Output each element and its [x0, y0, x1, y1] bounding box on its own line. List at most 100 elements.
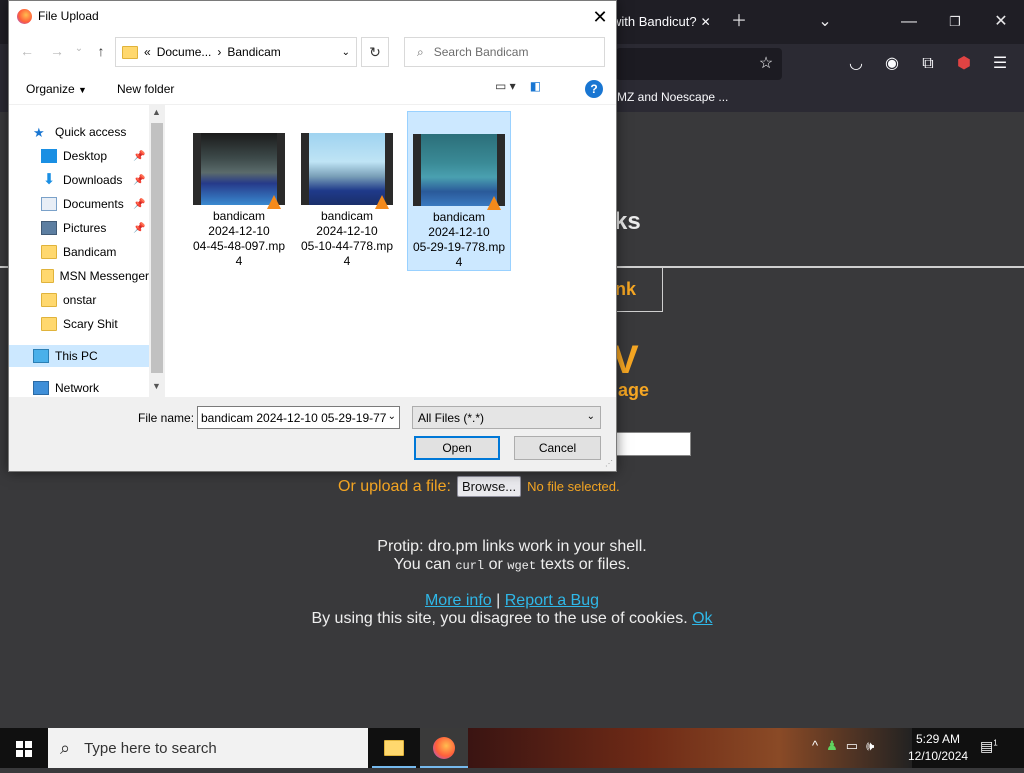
- recent-chevron-icon[interactable]: ⌄: [69, 43, 89, 63]
- cookie-ok-link[interactable]: Ok: [692, 610, 712, 627]
- nav-item-desktop[interactable]: Desktop 📌: [9, 145, 149, 167]
- help-icon[interactable]: ?: [585, 80, 603, 98]
- nav-item-pictures[interactable]: Pictures 📌: [9, 217, 149, 239]
- ublock-icon[interactable]: ⬢: [950, 50, 978, 78]
- forward-arrow-icon[interactable]: →: [47, 43, 67, 63]
- file-item-selected[interactable]: bandicam 2024-12-10 05-29-19-778.mp 4: [407, 111, 511, 271]
- browser-tab[interactable]: with Bandicut? ✕: [612, 6, 716, 38]
- scroll-down-icon[interactable]: ▼: [152, 381, 161, 391]
- pictures-icon: [41, 221, 57, 235]
- organize-label: Organize: [26, 82, 75, 96]
- nav-item-network[interactable]: Network: [9, 377, 149, 399]
- browse-button[interactable]: Browse...: [456, 476, 522, 497]
- scroll-up-icon[interactable]: ▲: [152, 107, 161, 117]
- file-item[interactable]: bandicam 2024-12-10 04-45-48-097.mp 4: [187, 111, 291, 271]
- nav-item-onstar[interactable]: onstar: [9, 289, 149, 311]
- nav-item-bandicam[interactable]: Bandicam: [9, 241, 149, 263]
- more-info-link[interactable]: More info: [425, 592, 492, 609]
- protip-text: You can: [393, 556, 451, 573]
- video-thumbnail: [301, 133, 393, 209]
- nav-item-downloads[interactable]: ⬇ Downloads 📌: [9, 169, 149, 191]
- pocket-icon[interactable]: ◡: [842, 50, 870, 78]
- nav-item-this-pc[interactable]: This PC: [9, 345, 149, 367]
- cancel-button[interactable]: Cancel: [514, 436, 601, 460]
- maximize-icon[interactable]: ❐: [932, 0, 978, 44]
- protip-text: or: [488, 556, 503, 573]
- notification-icon[interactable]: ▤1: [980, 738, 998, 755]
- clock-date: 12/10/2024: [908, 749, 969, 763]
- view-options-icon[interactable]: ▭ ▾: [495, 79, 516, 93]
- breadcrumb-item[interactable]: Bandicam: [227, 45, 280, 59]
- taskbar-file-explorer[interactable]: [372, 728, 416, 768]
- user-tray-icon[interactable]: ♟: [826, 738, 838, 754]
- url-bar[interactable]: ☆: [616, 48, 782, 80]
- up-arrow-icon[interactable]: ↑: [91, 43, 111, 63]
- start-button[interactable]: [0, 728, 48, 768]
- menu-icon[interactable]: ☰: [986, 50, 1014, 78]
- minimize-icon[interactable]: —: [886, 0, 932, 44]
- vlc-icon: [267, 195, 281, 209]
- new-folder-button[interactable]: New folder: [117, 82, 174, 96]
- pin-icon: 📌: [133, 222, 146, 234]
- bookmark-star-icon[interactable]: ☆: [752, 50, 780, 78]
- organize-button[interactable]: Organize ▼: [26, 82, 87, 96]
- network-tray-icon[interactable]: ▭: [846, 738, 858, 754]
- nav-label: Documents: [63, 197, 124, 211]
- dialog-close-icon[interactable]: ✕: [585, 3, 615, 31]
- pin-icon: 📌: [133, 150, 146, 162]
- windows-icon: [16, 741, 32, 757]
- video-thumbnail: [193, 133, 285, 209]
- file-type-select[interactable]: All Files (*.*) ⌄: [412, 406, 601, 429]
- taskbar-search[interactable]: ⌕ Type here to search: [48, 728, 368, 768]
- code-curl: curl: [455, 559, 485, 573]
- tab-close-icon[interactable]: ✕: [701, 15, 711, 29]
- scroll-thumb[interactable]: [151, 123, 163, 373]
- file-name-value: bandicam 2024-12-10 05-29-19-77: [201, 411, 387, 425]
- address-dropdown-icon[interactable]: ⌄: [342, 47, 350, 58]
- taskbar-clock[interactable]: 5:29 AM 12/10/2024: [908, 731, 968, 765]
- chevron-down-icon: ⌄: [586, 411, 595, 422]
- open-button[interactable]: Open: [414, 436, 500, 460]
- resize-grip-icon[interactable]: ⋰: [605, 459, 613, 468]
- file-type-value: All Files (*.*): [418, 411, 485, 425]
- search-input[interactable]: ⌕ Search Bandicam: [404, 37, 605, 67]
- clock-time: 5:29 AM: [915, 732, 961, 746]
- nav-item-msn-messenger[interactable]: MSN Messenger: [9, 265, 149, 287]
- file-name-line: 4: [455, 255, 463, 269]
- file-name-line: 2024-12-10: [428, 225, 490, 239]
- file-name-input[interactable]: bandicam 2024-12-10 05-29-19-77 ⌄: [197, 406, 400, 429]
- nav-item-quick-access[interactable]: ★ Quick access: [9, 121, 149, 143]
- file-item[interactable]: bandicam 2024-12-10 05-10-44-778.mp 4: [295, 111, 399, 271]
- account-icon[interactable]: ◉: [878, 50, 906, 78]
- address-bar[interactable]: « Docume... › Bandicam ⌄: [115, 37, 357, 67]
- breadcrumb-item[interactable]: Docume...: [157, 45, 212, 59]
- command-bar: Organize ▼ New folder ▭ ▾ ◧ ?: [9, 73, 616, 105]
- file-name-line: 04-45-48-097.mp: [192, 239, 286, 253]
- report-bug-link[interactable]: Report a Bug: [505, 592, 599, 609]
- computer-icon: [33, 349, 49, 363]
- nav-scrollbar[interactable]: ▲ ▼: [149, 105, 165, 397]
- nav-item-scary-shit[interactable]: Scary Shit: [9, 313, 149, 335]
- link-tab-label: nk: [615, 279, 637, 299]
- no-file-text: No file selected.: [527, 479, 620, 494]
- volume-icon[interactable]: 🕪: [866, 738, 874, 754]
- address-row: ← → ⌄ ↑ « Docume... › Bandicam ⌄ ↻ ⌕ Sea…: [9, 33, 616, 73]
- dialog-titlebar: File Upload ✕: [9, 1, 616, 33]
- refresh-icon[interactable]: ↻: [361, 37, 389, 67]
- new-tab-icon[interactable]: ＋: [716, 0, 762, 44]
- file-name-line: 2024-12-10: [316, 224, 378, 238]
- tray-chevron-icon[interactable]: ^: [812, 738, 818, 754]
- tab-list-chevron-icon[interactable]: ⌄: [802, 0, 848, 44]
- taskbar-firefox[interactable]: [420, 728, 468, 768]
- back-arrow-icon[interactable]: ←: [17, 43, 37, 63]
- extensions-icon[interactable]: ⧉: [914, 50, 942, 78]
- firefox-icon: [433, 737, 455, 759]
- file-name-line: 4: [343, 254, 351, 268]
- file-name-dropdown-icon[interactable]: ⌄: [388, 411, 396, 422]
- cookie-text: By using this site, you disagree to the …: [311, 610, 688, 627]
- close-icon[interactable]: ✕: [978, 0, 1024, 44]
- nav-item-documents[interactable]: Documents 📌: [9, 193, 149, 215]
- preview-pane-icon[interactable]: ◧: [530, 79, 541, 93]
- subtitle: age: [618, 380, 650, 400]
- bookmark-item[interactable]: MZ and Noescape ...: [617, 90, 728, 104]
